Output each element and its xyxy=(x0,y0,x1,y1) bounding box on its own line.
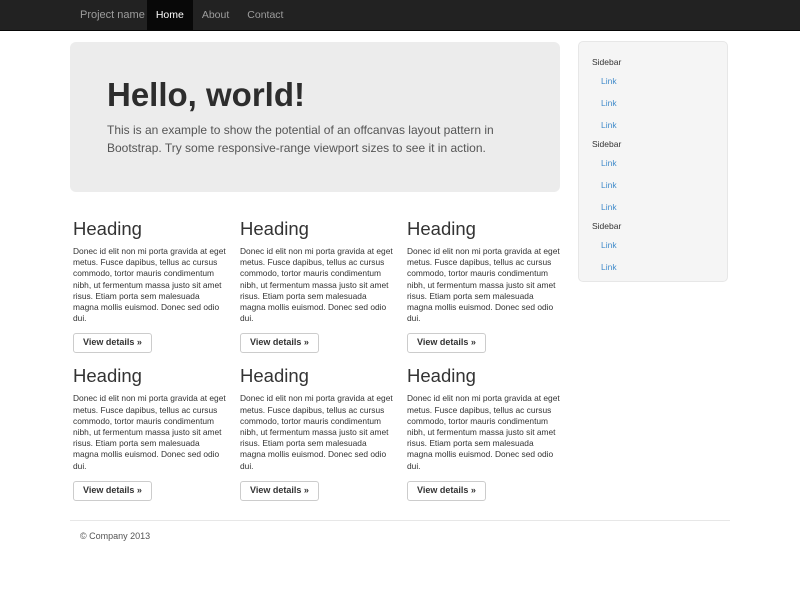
view-details-button[interactable]: View details » xyxy=(73,333,152,353)
card-2: Heading Donec id elit non mi porta gravi… xyxy=(237,206,400,353)
card-body-text: Donec id elit non mi porta gravida at eg… xyxy=(240,246,394,324)
sidebar-link[interactable]: Link xyxy=(592,196,717,218)
sidebar-link[interactable]: Link xyxy=(592,256,717,278)
sidebar-link[interactable]: Link xyxy=(592,70,717,92)
main-content: Hello, world! This is an example to show… xyxy=(70,42,560,501)
view-details-button[interactable]: View details » xyxy=(73,481,152,501)
sidebar-link[interactable]: Link xyxy=(592,92,717,114)
jumbotron: Hello, world! This is an example to show… xyxy=(70,42,560,192)
card-heading: Heading xyxy=(240,219,400,239)
card-body-text: Donec id elit non mi porta gravida at eg… xyxy=(407,246,561,324)
sidebar-group-1: Sidebar Link Link Link xyxy=(592,57,717,136)
card-body-text: Donec id elit non mi porta gravida at eg… xyxy=(240,393,394,471)
view-details-button[interactable]: View details » xyxy=(240,481,319,501)
nav-item-about[interactable]: About xyxy=(193,0,238,30)
sidebar-link[interactable]: Link xyxy=(592,234,717,256)
sidebar-link[interactable]: Link xyxy=(592,152,717,174)
sidebar: Sidebar Link Link Link Sidebar Link Link… xyxy=(578,41,728,282)
sidebar-group-heading: Sidebar xyxy=(592,57,717,67)
card-4: Heading Donec id elit non mi porta gravi… xyxy=(70,353,233,500)
footer: © Company 2013 xyxy=(70,520,730,541)
card-6: Heading Donec id elit non mi porta gravi… xyxy=(404,353,567,500)
card-heading: Heading xyxy=(73,219,233,239)
view-details-button[interactable]: View details » xyxy=(240,333,319,353)
card-1: Heading Donec id elit non mi porta gravi… xyxy=(70,206,233,353)
card-heading: Heading xyxy=(407,219,567,239)
nav-item-home[interactable]: Home xyxy=(147,0,193,30)
copyright-text: © Company 2013 xyxy=(80,531,730,541)
jumbotron-title: Hello, world! xyxy=(107,78,530,113)
sidebar-group-heading: Sidebar xyxy=(592,139,717,149)
jumbotron-description: This is an example to show the potential… xyxy=(107,121,527,157)
card-heading: Heading xyxy=(407,366,567,386)
sidebar-group-2: Sidebar Link Link Link xyxy=(592,139,717,218)
card-5: Heading Donec id elit non mi porta gravi… xyxy=(237,353,400,500)
view-details-button[interactable]: View details » xyxy=(407,333,486,353)
card-heading: Heading xyxy=(73,366,233,386)
card-body-text: Donec id elit non mi porta gravida at eg… xyxy=(73,393,227,471)
view-details-button[interactable]: View details » xyxy=(407,481,486,501)
cards-grid: Heading Donec id elit non mi porta gravi… xyxy=(70,206,560,501)
sidebar-link[interactable]: Link xyxy=(592,174,717,196)
card-3: Heading Donec id elit non mi porta gravi… xyxy=(404,206,567,353)
navbar: Project name Home About Contact xyxy=(0,0,800,31)
sidebar-group-3: Sidebar Link Link xyxy=(592,221,717,278)
navbar-brand[interactable]: Project name xyxy=(80,0,145,30)
card-body-text: Donec id elit non mi porta gravida at eg… xyxy=(73,246,227,324)
sidebar-link[interactable]: Link xyxy=(592,114,717,136)
card-heading: Heading xyxy=(240,366,400,386)
card-body-text: Donec id elit non mi porta gravida at eg… xyxy=(407,393,561,471)
nav-item-contact[interactable]: Contact xyxy=(238,0,292,30)
sidebar-group-heading: Sidebar xyxy=(592,221,717,231)
page-container: Hello, world! This is an example to show… xyxy=(70,42,730,541)
navbar-nav: Home About Contact xyxy=(147,0,293,30)
